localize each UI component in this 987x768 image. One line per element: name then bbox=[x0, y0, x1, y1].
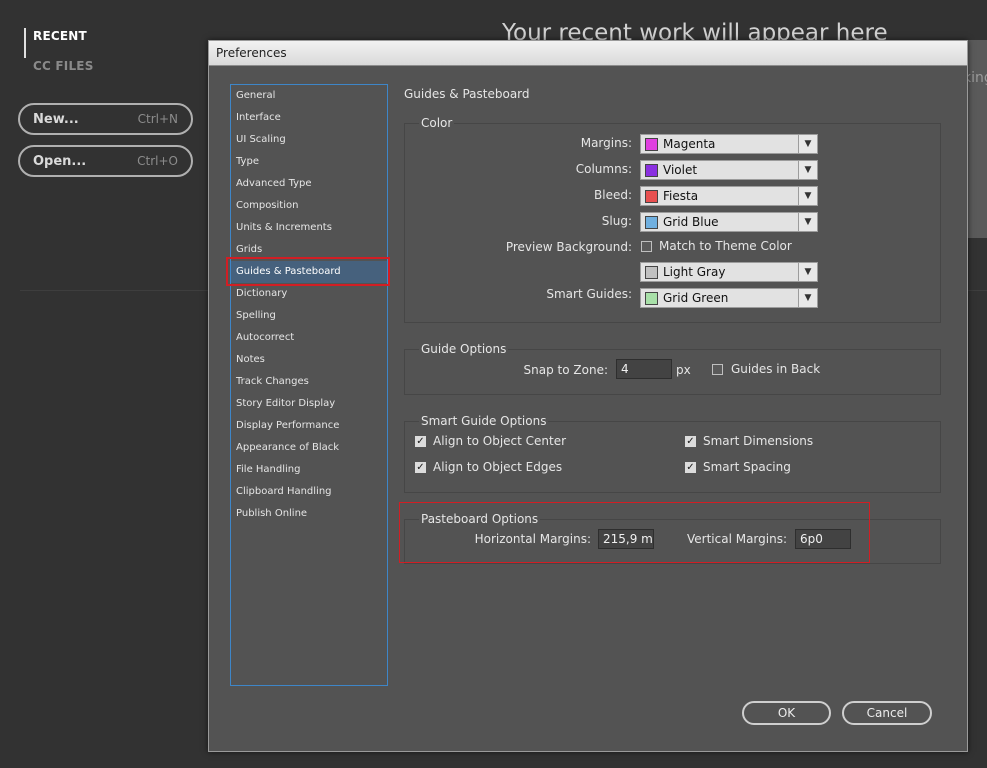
category-list[interactable]: General Interface UI Scaling Type Advanc… bbox=[230, 84, 388, 686]
category-general[interactable]: General bbox=[231, 85, 387, 107]
bleed-label: Bleed: bbox=[594, 188, 632, 202]
smart-guides-color-dropdown[interactable]: Grid Green ▼ bbox=[640, 288, 818, 308]
guides-in-back-option[interactable]: Guides in Back bbox=[712, 362, 820, 376]
smart-dimensions-label: Smart Dimensions bbox=[703, 434, 814, 448]
snap-to-zone-input[interactable]: 4 bbox=[616, 359, 672, 379]
preview-background-dropdown[interactable]: Light Gray ▼ bbox=[640, 262, 818, 282]
checkmark-icon[interactable]: ✓ bbox=[415, 435, 426, 447]
preview-background-swatch bbox=[645, 265, 658, 279]
chevron-down-icon: ▼ bbox=[798, 289, 817, 307]
category-composition[interactable]: Composition bbox=[231, 195, 387, 217]
category-clipboard-handling[interactable]: Clipboard Handling bbox=[231, 481, 387, 503]
category-spelling[interactable]: Spelling bbox=[231, 305, 387, 327]
match-theme-color-option[interactable]: Match to Theme Color bbox=[641, 239, 792, 253]
category-appearance-of-black[interactable]: Appearance of Black bbox=[231, 437, 387, 459]
chevron-down-icon: ▼ bbox=[798, 187, 817, 205]
chevron-down-icon: ▼ bbox=[798, 213, 817, 231]
preview-background-label: Preview Background: bbox=[505, 240, 632, 254]
margins-value: Magenta bbox=[663, 137, 716, 151]
columns-value: Violet bbox=[663, 163, 698, 177]
color-group-title: Color bbox=[419, 116, 455, 130]
align-object-center-label: Align to Object Center bbox=[433, 434, 567, 448]
cancel-button[interactable]: Cancel bbox=[842, 701, 932, 725]
guide-options-title: Guide Options bbox=[419, 342, 509, 356]
smart-dimensions-option[interactable]: ✓ Smart Dimensions bbox=[685, 434, 813, 448]
slug-label: Slug: bbox=[601, 214, 632, 228]
columns-swatch bbox=[645, 163, 658, 177]
smart-guide-options-group: Smart Guide Options bbox=[404, 414, 941, 493]
bleed-value: Fiesta bbox=[663, 189, 699, 203]
category-publish-online[interactable]: Publish Online bbox=[231, 503, 387, 525]
slug-value: Grid Blue bbox=[663, 215, 719, 229]
bleed-swatch bbox=[645, 189, 658, 203]
chevron-down-icon: ▼ bbox=[798, 161, 817, 179]
preview-background-value: Light Gray bbox=[663, 265, 726, 279]
guide-options-group: Guide Options bbox=[404, 342, 941, 395]
smart-spacing-option[interactable]: ✓ Smart Spacing bbox=[685, 460, 791, 474]
align-object-edges-label: Align to Object Edges bbox=[433, 460, 563, 474]
columns-color-dropdown[interactable]: Violet ▼ bbox=[640, 160, 818, 180]
new-document-button[interactable]: New... Ctrl+N bbox=[18, 103, 193, 135]
category-type[interactable]: Type bbox=[231, 151, 387, 173]
dialog-titlebar[interactable]: Preferences bbox=[209, 41, 967, 66]
new-button-shortcut: Ctrl+N bbox=[137, 112, 178, 126]
dialog-title: Preferences bbox=[216, 46, 287, 60]
category-notes[interactable]: Notes bbox=[231, 349, 387, 371]
smart-guide-options-title: Smart Guide Options bbox=[419, 414, 549, 428]
checkmark-icon[interactable]: ✓ bbox=[415, 461, 426, 473]
category-file-handling[interactable]: File Handling bbox=[231, 459, 387, 481]
category-interface[interactable]: Interface bbox=[231, 107, 387, 129]
margins-color-dropdown[interactable]: Magenta ▼ bbox=[640, 134, 818, 154]
ok-button[interactable]: OK bbox=[742, 701, 831, 725]
guides-in-back-label: Guides in Back bbox=[731, 362, 821, 376]
columns-label: Columns: bbox=[575, 162, 632, 176]
slug-swatch bbox=[645, 215, 658, 229]
snap-to-zone-label: Snap to Zone: bbox=[523, 363, 608, 377]
nav-recent[interactable]: RECENT bbox=[24, 28, 94, 58]
smart-guides-label: Smart Guides: bbox=[546, 287, 632, 301]
align-object-center-option[interactable]: ✓ Align to Object Center bbox=[415, 434, 566, 448]
category-story-editor-display[interactable]: Story Editor Display bbox=[231, 393, 387, 415]
bleed-color-dropdown[interactable]: Fiesta ▼ bbox=[640, 186, 818, 206]
margins-swatch bbox=[645, 137, 658, 151]
guides-in-back-checkbox[interactable] bbox=[712, 363, 723, 375]
category-units-increments[interactable]: Units & Increments bbox=[231, 217, 387, 239]
match-theme-color-checkbox[interactable] bbox=[641, 240, 652, 252]
checkmark-icon[interactable]: ✓ bbox=[685, 461, 696, 473]
start-screen-nav: RECENT CC FILES bbox=[24, 28, 94, 88]
snap-unit-label: px bbox=[676, 363, 691, 377]
divider bbox=[20, 290, 210, 291]
open-button-shortcut: Ctrl+O bbox=[137, 154, 178, 168]
category-track-changes[interactable]: Track Changes bbox=[231, 371, 387, 393]
checkmark-icon[interactable]: ✓ bbox=[685, 435, 696, 447]
chevron-down-icon: ▼ bbox=[798, 263, 817, 281]
open-button-label: Open... bbox=[33, 153, 87, 169]
category-autocorrect[interactable]: Autocorrect bbox=[231, 327, 387, 349]
preferences-dialog: Preferences General Interface UI Scaling… bbox=[208, 40, 968, 752]
category-advanced-type[interactable]: Advanced Type bbox=[231, 173, 387, 195]
smart-spacing-label: Smart Spacing bbox=[703, 460, 791, 474]
page-title: Guides & Pasteboard bbox=[404, 87, 530, 101]
open-document-button[interactable]: Open... Ctrl+O bbox=[18, 145, 193, 177]
chevron-down-icon: ▼ bbox=[798, 135, 817, 153]
pasteboard-options-highlight bbox=[399, 502, 870, 563]
category-ui-scaling[interactable]: UI Scaling bbox=[231, 129, 387, 151]
divider bbox=[968, 290, 987, 291]
new-button-label: New... bbox=[33, 111, 79, 127]
smart-guides-swatch bbox=[645, 291, 658, 305]
align-object-edges-option[interactable]: ✓ Align to Object Edges bbox=[415, 460, 562, 474]
slug-color-dropdown[interactable]: Grid Blue ▼ bbox=[640, 212, 818, 232]
margins-label: Margins: bbox=[580, 136, 632, 150]
selected-category-highlight bbox=[226, 257, 390, 286]
match-theme-color-label: Match to Theme Color bbox=[659, 239, 792, 253]
nav-cc-files[interactable]: CC FILES bbox=[24, 58, 94, 88]
category-dictionary[interactable]: Dictionary bbox=[231, 283, 387, 305]
category-display-performance[interactable]: Display Performance bbox=[231, 415, 387, 437]
smart-guides-value: Grid Green bbox=[663, 291, 729, 305]
